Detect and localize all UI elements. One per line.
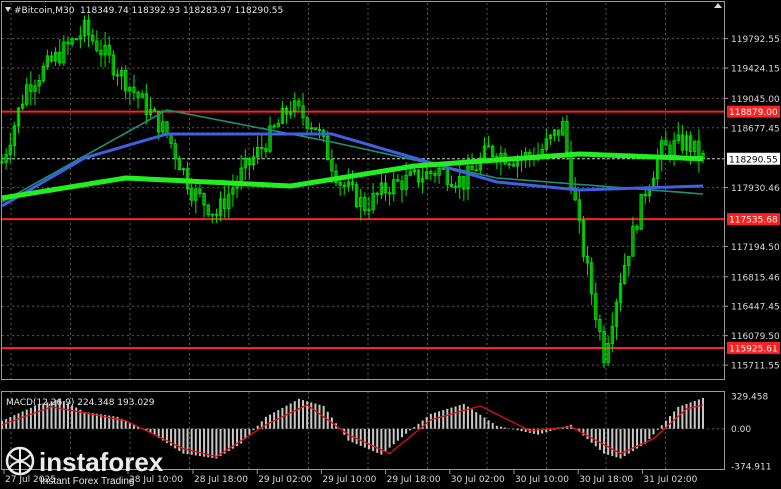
logo-brand: instaforex [39,447,164,477]
macd-title: MACD(12,26,9) 224.348 193.029 [6,398,155,408]
x-tick-label: 31 Jul 02:00 [643,475,697,485]
chart-ohlc: 118349.74 118392.93 118283.97 118290.55 [80,6,283,16]
chart-symbol: #Bitcoin,M30 [14,6,75,16]
y-tick-label: 119792.55 [731,35,780,45]
x-tick-label: 29 Jul 02:00 [258,475,312,485]
x-tick-label: 30 Jul 10:00 [515,475,569,485]
y-tick-label: 118677.45 [731,124,780,134]
y-tick-label: 115711.55 [731,362,780,372]
x-tick-label: 30 Jul 02:00 [451,475,505,485]
macd-y-label: -374.911 [731,463,771,473]
x-tick-label: 30 Jul 18:00 [579,475,633,485]
level-label: 115925.61 [729,344,778,354]
price-chart: 118879.00 117535.68 115925.61 119792.55 119… [0,0,781,489]
y-tick-label: 119424.15 [731,65,780,75]
x-tick-label: 28 Jul 18:00 [194,475,248,485]
x-tick-label: 29 Jul 18:00 [387,475,441,485]
y-tick-label: 116815.46 [731,273,780,283]
current-price-label: 118290.55 [729,155,778,165]
y-tick-label: 119045.00 [731,95,780,105]
macd-y-label: 0.00 [731,425,751,435]
y-tick-label: 117930.46 [731,184,780,194]
level-label: 117535.68 [729,216,778,226]
logo-tagline: Instant Forex Trading [40,476,135,487]
y-tick-label: 116447.45 [731,303,780,313]
x-tick-label: 29 Jul 10:00 [322,475,376,485]
y-tick-label: 116079.50 [731,332,780,342]
macd-y-label: 329.458 [731,393,768,403]
y-tick-label: 117194.50 [731,243,780,253]
level-label: 118879.00 [729,108,778,118]
